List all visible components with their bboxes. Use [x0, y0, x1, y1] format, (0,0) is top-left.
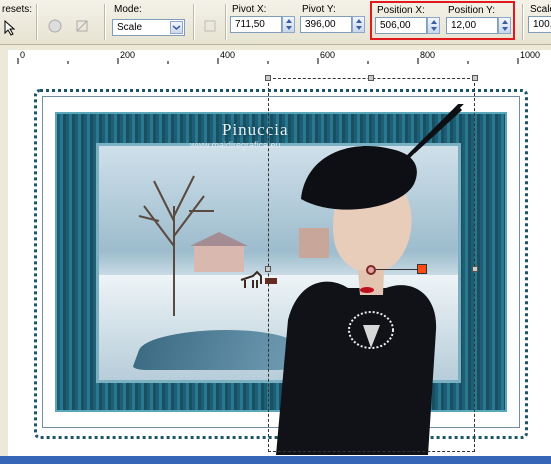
- toolbar-separator: [225, 4, 227, 40]
- ruler-label: 1000: [520, 50, 541, 60]
- ruler-ticks: [17, 58, 519, 64]
- ruler-label: 600: [320, 50, 336, 60]
- status-bar: [0, 456, 551, 464]
- mode-label: Mode:: [114, 4, 142, 15]
- align-icon[interactable]: [200, 16, 220, 36]
- rotation-arm: [376, 269, 418, 270]
- reset-icon[interactable]: [45, 16, 65, 36]
- transform-handle[interactable]: [368, 75, 374, 81]
- scale-input[interactable]: 100,: [528, 16, 551, 33]
- toolbar-separator: [193, 4, 195, 40]
- transform-handle[interactable]: [472, 75, 478, 81]
- transform-handle[interactable]: [265, 266, 271, 272]
- pivot-y-input[interactable]: 396,00: [300, 16, 352, 33]
- mode-value: Scale: [117, 22, 143, 33]
- vertical-ruler: [8, 64, 23, 464]
- mode-select[interactable]: Scale: [112, 19, 185, 36]
- ruler-label: 800: [420, 50, 436, 60]
- ruler-label: 0: [20, 50, 26, 60]
- chevron-down-icon[interactable]: [170, 21, 183, 34]
- presets-label: resets:: [2, 4, 33, 15]
- toolbar-separator: [522, 4, 524, 40]
- rotation-handle-icon[interactable]: [417, 264, 427, 274]
- transform-icon[interactable]: [72, 16, 92, 36]
- pivot-x-spinner[interactable]: [282, 16, 295, 33]
- pivot-x-label: Pivot X:: [232, 4, 267, 15]
- scale-label: Scale: [530, 4, 551, 15]
- pivot-y-spinner[interactable]: [352, 16, 365, 33]
- toolbar-separator: [36, 4, 38, 40]
- pointer-icon[interactable]: [0, 18, 20, 38]
- image-url: www.maidiregrafica.eu: [190, 140, 281, 150]
- transform-handle[interactable]: [472, 266, 478, 272]
- pivot-x-input[interactable]: 711,50: [230, 16, 282, 33]
- toolbar-separator: [104, 4, 106, 40]
- transform-handle[interactable]: [265, 75, 271, 81]
- position-highlight-box: [370, 1, 515, 40]
- pivot-point-icon[interactable]: [366, 265, 376, 275]
- pivot-y-label: Pivot Y:: [302, 4, 336, 15]
- tree-icon: [138, 175, 214, 316]
- ruler-label: 200: [120, 50, 136, 60]
- ruler-label: 400: [220, 50, 236, 60]
- horizontal-ruler: 0 200 400 600 800 1000: [8, 50, 551, 65]
